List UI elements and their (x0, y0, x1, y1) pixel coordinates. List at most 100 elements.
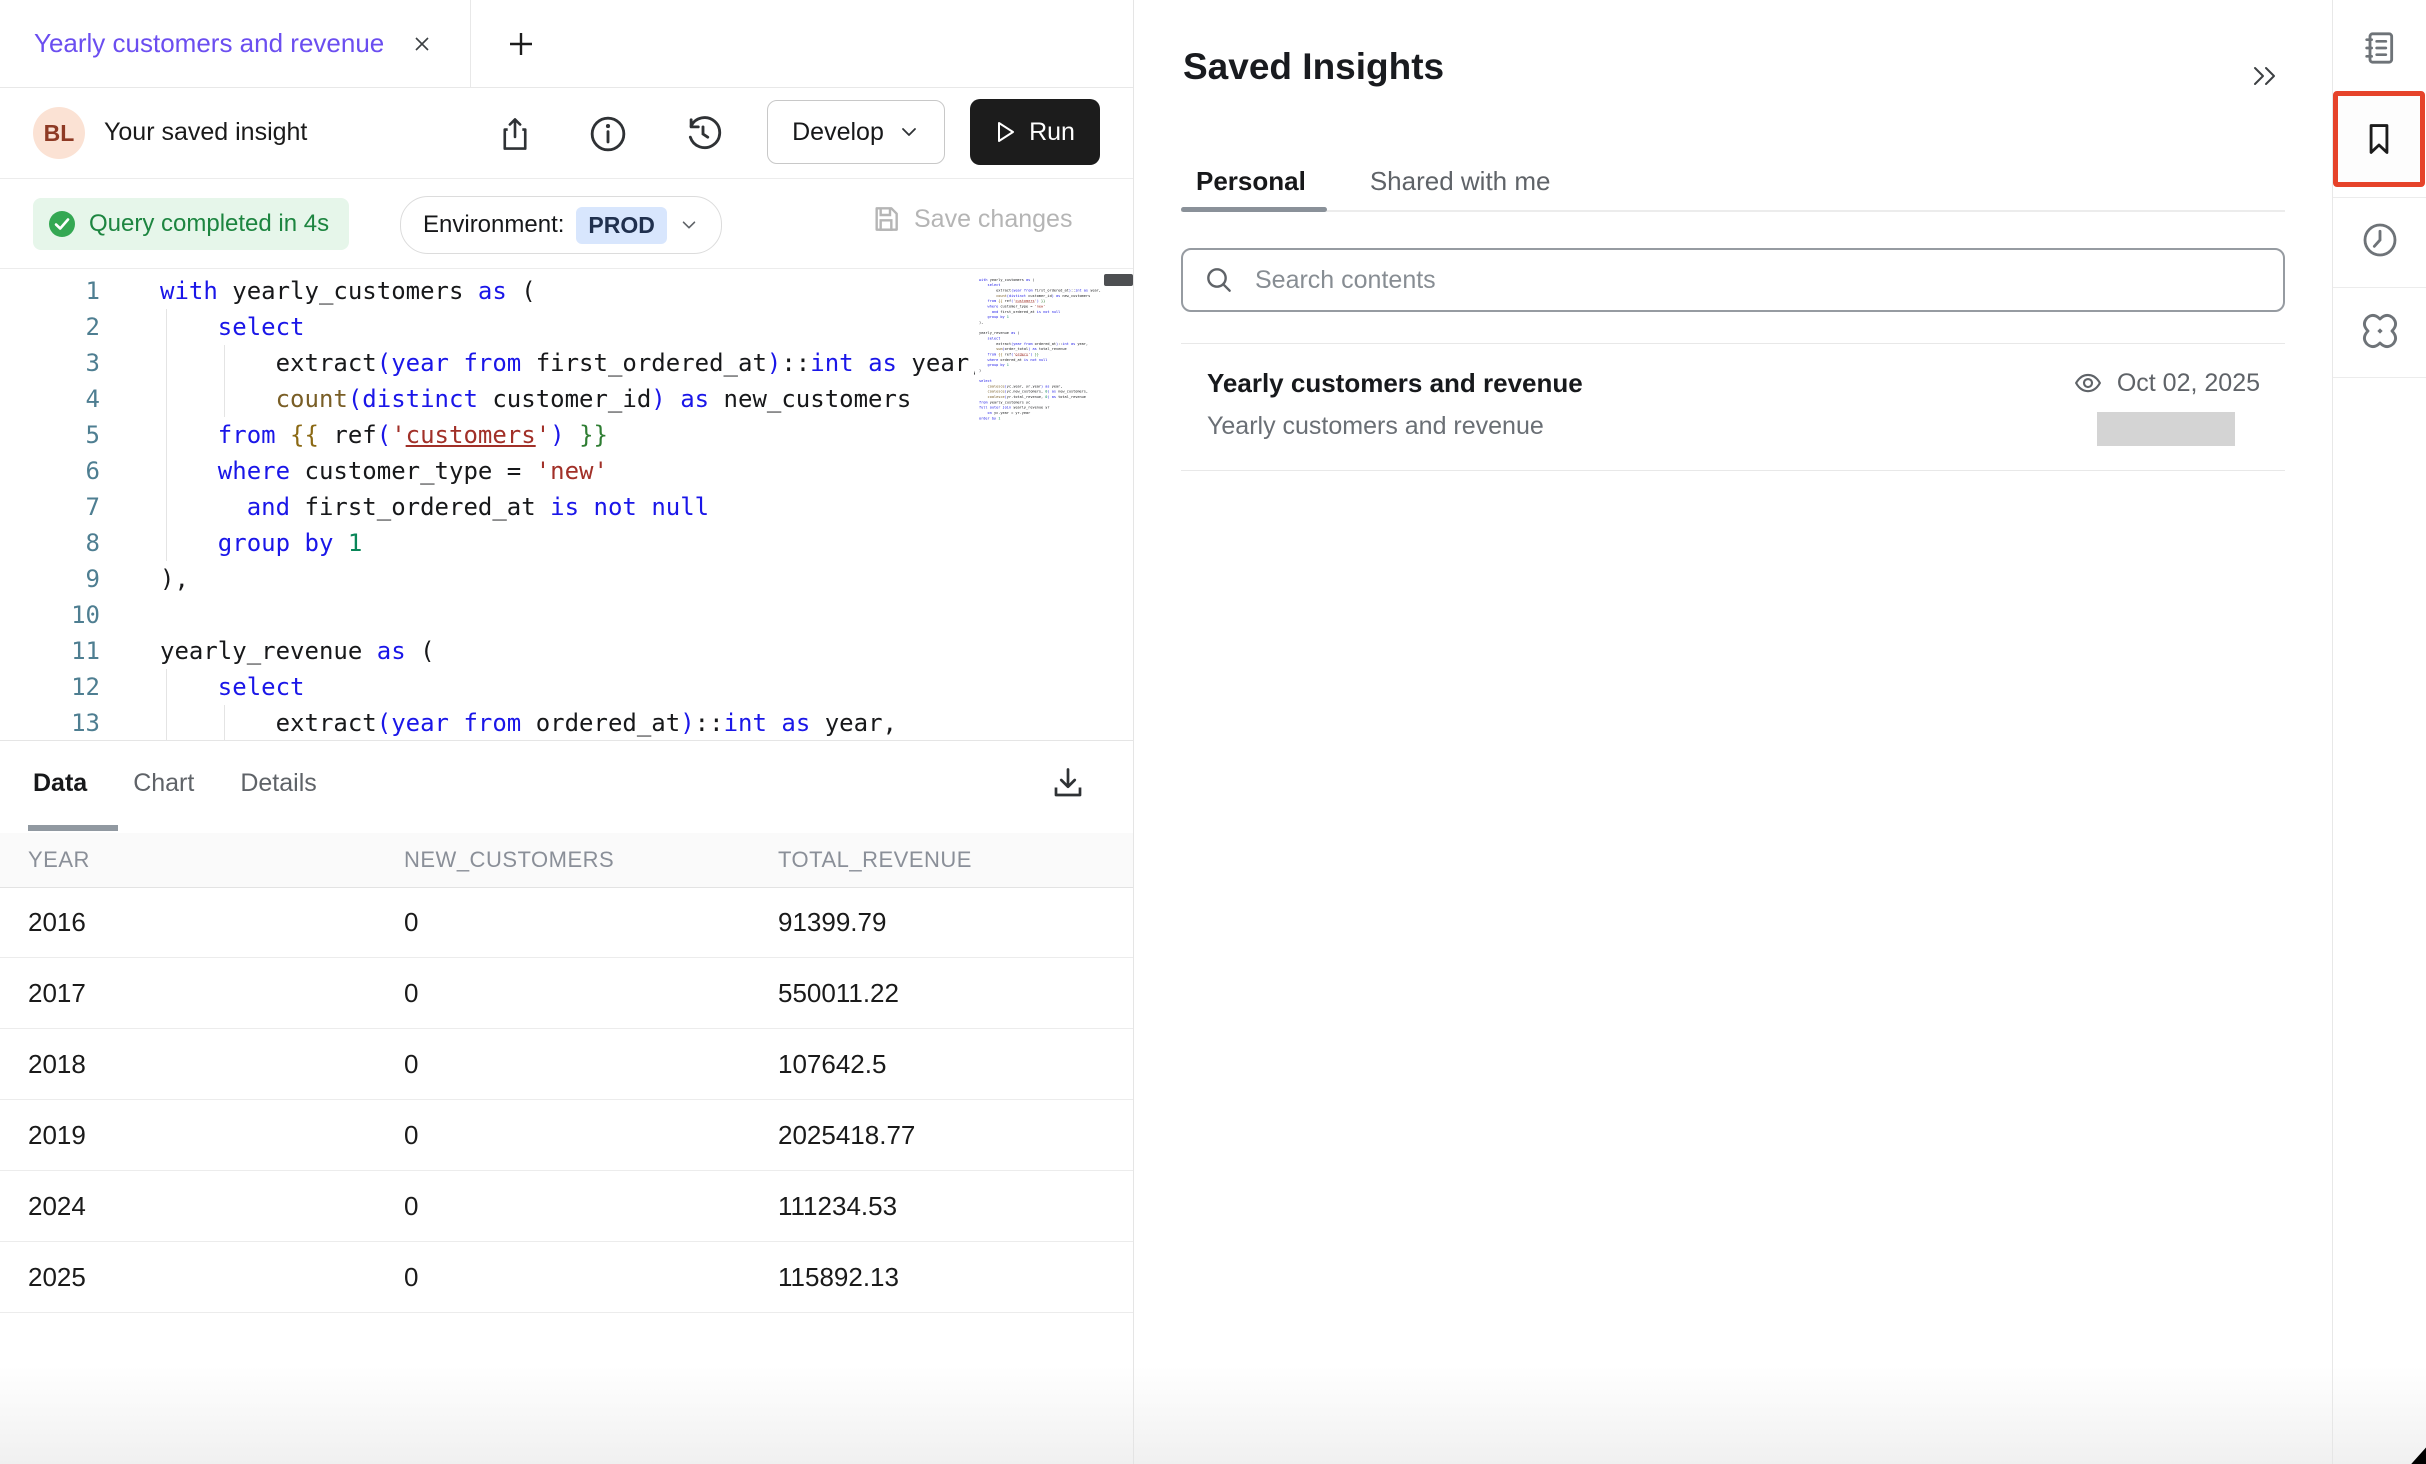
code-text: select (160, 309, 305, 345)
tab-personal[interactable]: Personal (1196, 166, 1306, 197)
editor-scrollbar-handle[interactable] (1104, 274, 1133, 286)
panel-title: Saved Insights (1183, 46, 1444, 88)
environment-selector[interactable]: Environment: PROD (400, 196, 722, 254)
line-number: 10 (0, 597, 100, 633)
table-row[interactable]: 2024 0 111234.53 (0, 1171, 1133, 1242)
table-cell: 2025418.77 (778, 1120, 915, 1151)
sidebar-item-dbt[interactable] (2333, 291, 2426, 371)
right-icon-sidebar (2332, 0, 2426, 1464)
table-row[interactable]: 2016 0 91399.79 (0, 887, 1133, 958)
table-header: YEAR NEW_CUSTOMERS TOTAL_REVENUE (0, 833, 1133, 888)
column-header-new-customers[interactable]: NEW_CUSTOMERS (404, 847, 614, 873)
run-label: Run (1029, 118, 1075, 147)
code-text: yearly_revenue as ( (160, 633, 435, 669)
line-number: 1 (0, 273, 100, 309)
table-body: 2016 0 91399.79 20170550011.22 2018 0 107642.5… (0, 887, 1133, 1313)
eye-icon (2071, 368, 2105, 398)
tab-data[interactable]: Data (33, 769, 87, 798)
close-tab-icon[interactable] (410, 32, 434, 56)
tab-track (1181, 210, 2285, 212)
line-number: 11 (0, 633, 100, 669)
sidebar-item-notebook[interactable] (2333, 8, 2426, 88)
code-line: order by 1 (979, 416, 1133, 421)
collapse-panel-button[interactable] (2242, 56, 2286, 96)
tab-shared-with-me[interactable]: Shared with me (1370, 166, 1551, 197)
table-cell: 0 (404, 1049, 418, 1080)
line-number: 9 (0, 561, 100, 597)
new-tab-button[interactable] (486, 0, 556, 87)
code-text: extract(year from ordered_at)::int as ye… (160, 705, 897, 741)
table-row[interactable]: 2025 0 115892.13 (0, 1242, 1133, 1313)
saved-insights-panel: Saved Insights Personal Shared with me Y… (1134, 0, 2332, 1464)
code-text: extract(year from first_ordered_at)::int… (160, 345, 984, 381)
column-header-total-revenue[interactable]: TOTAL_REVENUE (778, 847, 972, 873)
table-cell: 107642.5 (778, 1049, 886, 1080)
line-number: 6 (0, 453, 100, 489)
sidebar-item-history[interactable] (2333, 200, 2426, 280)
table-cell: 2016 (28, 907, 86, 938)
run-button[interactable]: Run (970, 99, 1100, 165)
table-cell: 2018 (28, 1049, 86, 1080)
code-text: order by 1 (979, 416, 1000, 421)
download-results-button[interactable] (1046, 761, 1090, 805)
environment-label: Environment: (423, 211, 564, 239)
table-row[interactable]: 201902025418.77 (0, 1100, 1133, 1171)
table-cell: 0 (404, 978, 418, 1009)
tab-details[interactable]: Details (240, 769, 316, 798)
minimap[interactable]: with yearly_customers as ( select extrac… (975, 269, 1133, 741)
tab-bar: Yearly customers and revenue (0, 0, 1133, 88)
line-number: 5 (0, 417, 100, 453)
insight-header: BL Your saved insight Develop (0, 88, 1133, 179)
insight-item-date: Oct 02, 2025 (2117, 369, 2260, 398)
divider (2333, 287, 2426, 288)
table-cell: 0 (404, 1120, 418, 1151)
table-cell: 2024 (28, 1191, 86, 1222)
table-cell: 2025 (28, 1262, 86, 1293)
insights-tabs: Personal Shared with me (1196, 166, 1550, 197)
active-tab-underline (1181, 207, 1327, 212)
download-icon (1050, 765, 1086, 801)
tab-title: Yearly customers and revenue (34, 28, 384, 59)
chevron-down-icon (898, 121, 920, 143)
saved-insight-item[interactable]: Yearly customers and revenue Oct 02, 202… (1181, 344, 2285, 470)
double-chevron-right-icon (2247, 61, 2281, 91)
table-cell: 91399.79 (778, 907, 886, 938)
table-cell: 115892.13 (778, 1262, 899, 1293)
table-cell: 0 (404, 907, 418, 938)
tab-chart[interactable]: Chart (133, 769, 194, 798)
info-icon[interactable] (588, 114, 628, 154)
code-text: group by 1 (160, 525, 362, 561)
search-box[interactable] (1181, 248, 2285, 312)
search-icon (1203, 264, 1235, 296)
develop-label: Develop (792, 118, 884, 147)
search-input[interactable] (1253, 265, 2263, 296)
save-changes-button[interactable]: Save changes (870, 203, 1072, 235)
line-number: 13 (0, 705, 100, 741)
check-circle-icon (47, 209, 77, 239)
share-icon[interactable] (495, 114, 535, 154)
tab-yearly-customers-and-revenue[interactable]: Yearly customers and revenue (0, 0, 471, 87)
line-number: 3 (0, 345, 100, 381)
line-number: 12 (0, 669, 100, 705)
code-text: from {{ ref('customers') }} (160, 417, 608, 453)
query-status-text: Query completed in 4s (89, 210, 329, 238)
table-cell: 0 (404, 1262, 418, 1293)
develop-dropdown[interactable]: Develop (767, 100, 945, 164)
table-row[interactable]: 2018 0 107642.5 (0, 1029, 1133, 1100)
minimap-code: with yearly_customers as ( select extrac… (979, 277, 1133, 421)
sql-editor[interactable]: 1with yearly_customers as (2 select3 ext… (0, 268, 1133, 741)
avatar[interactable]: BL (33, 107, 85, 159)
column-header-year[interactable]: YEAR (28, 847, 90, 873)
dbt-icon (2360, 311, 2400, 351)
query-status-pill: Query completed in 4s (33, 198, 349, 250)
table-row[interactable]: 20170550011.22 (0, 958, 1133, 1029)
table-cell: 0 (404, 1191, 418, 1222)
active-tab-underline (28, 825, 118, 831)
history-icon[interactable] (683, 114, 723, 154)
sidebar-item-saved-insights-active[interactable] (2333, 91, 2425, 187)
save-changes-label: Save changes (914, 205, 1072, 234)
code-text: select (160, 669, 305, 705)
bookmark-icon (2360, 119, 2398, 159)
code-text: and first_ordered_at is not null (160, 489, 709, 525)
table-cell: 111234.53 (778, 1191, 897, 1222)
